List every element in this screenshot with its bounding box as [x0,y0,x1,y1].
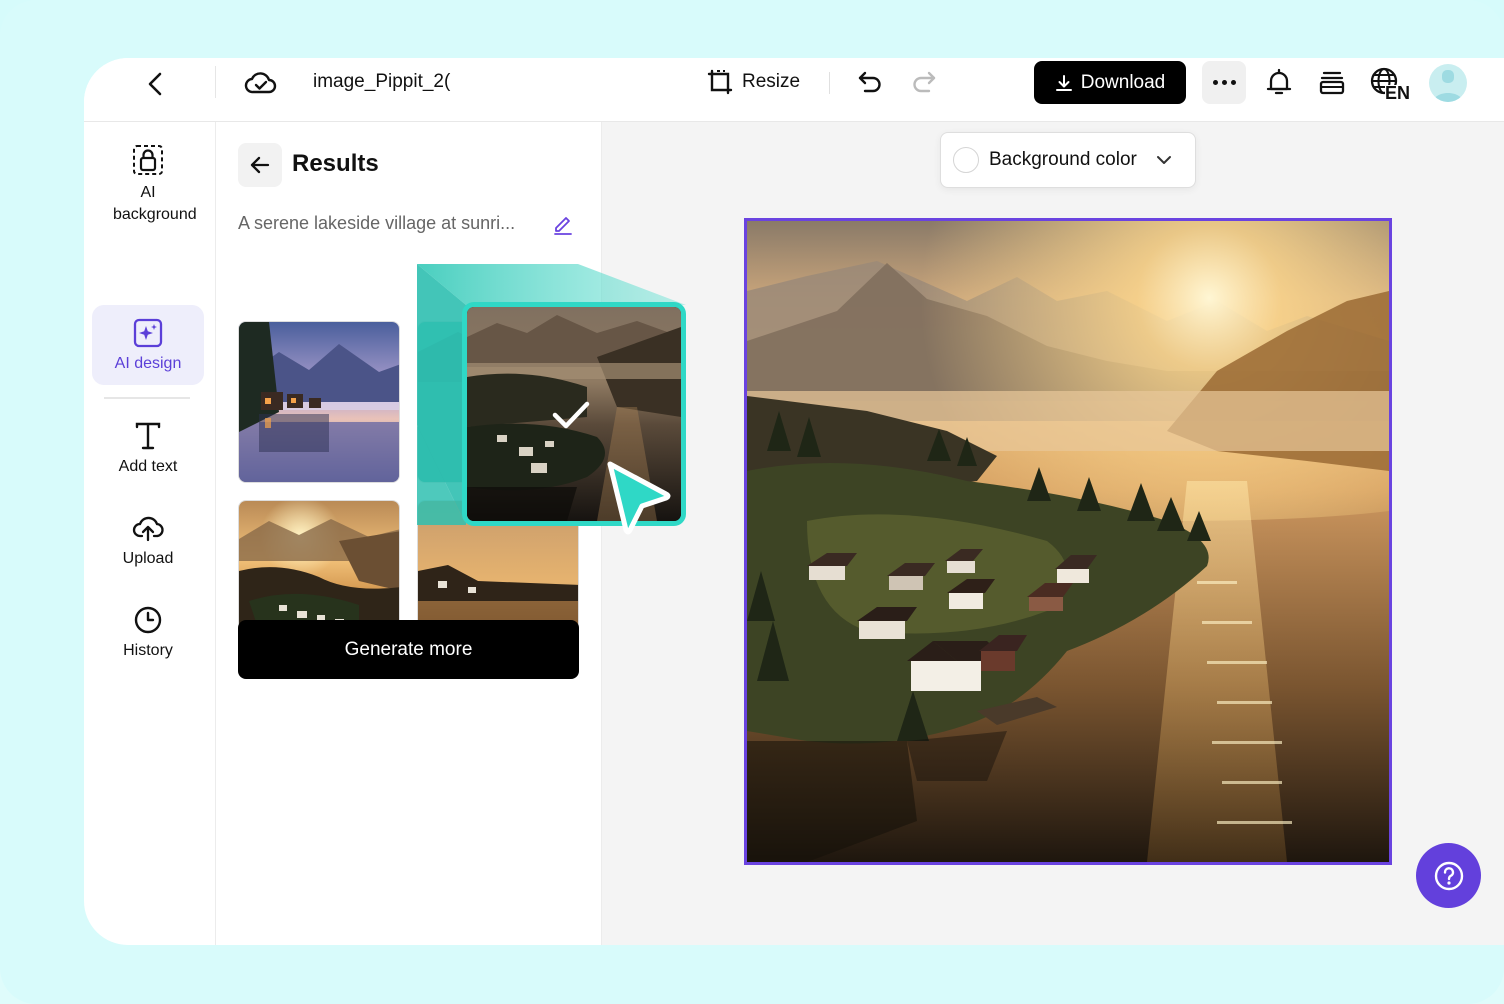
rail-item-ai-design[interactable]: AI design [92,305,204,385]
page-title: Results [292,150,379,177]
dot-icon [1212,80,1218,85]
left-tool-rail: AI background AI design Add text Upload [84,122,216,945]
rail-item-add-text[interactable]: Add text [92,420,204,480]
dot-icon [1230,80,1236,85]
rail-item-history[interactable]: History [92,604,204,664]
divider [829,72,830,94]
language-selector[interactable]: EN [1369,66,1411,103]
help-button[interactable] [1416,843,1481,908]
results-back-button[interactable] [238,143,282,187]
download-button[interactable]: Download [1034,61,1186,104]
top-bar: image_Pippit_2( Resize Download EN [84,58,1504,122]
result-image [239,322,399,482]
divider [104,397,190,399]
dot-icon [1221,80,1227,85]
checkmark-icon [552,401,590,429]
rail-item-upload[interactable]: Upload [92,512,204,572]
rail-label: Add text [118,458,178,475]
lakeside-village-image [747,221,1389,862]
language-code: EN [1385,83,1411,103]
undo-icon[interactable] [856,68,884,96]
pointer-cursor-icon [607,461,671,535]
sparkle-image-icon [133,318,163,348]
color-swatch [953,147,979,173]
more-options-button[interactable] [1202,61,1246,104]
rail-label: History [123,642,173,659]
layers-icon[interactable] [1318,69,1346,97]
edit-pencil-icon[interactable] [552,213,574,235]
resize-label: Resize [742,71,801,92]
rail-item-ai-background[interactable]: AI background [92,140,204,240]
rail-label: Upload [122,550,174,567]
cloud-upload-icon [132,516,164,542]
canvas-area: Background color [602,122,1504,945]
download-label: Download [1080,71,1166,93]
chevron-down-icon [1156,156,1171,164]
background-color-label: Background color [989,149,1137,170]
resize-icon [707,69,733,95]
question-icon [1434,861,1463,890]
rail-label: AI design [114,355,182,372]
back-chevron-icon[interactable] [142,70,170,98]
avatar[interactable] [1429,64,1467,102]
divider [215,66,216,98]
text-icon [135,422,161,450]
background-color-dropdown[interactable]: Background color [940,132,1196,188]
result-thumbnail[interactable] [238,321,400,483]
bell-icon[interactable] [1264,67,1294,97]
redo-icon[interactable] [910,68,938,96]
clock-icon [134,606,162,634]
prompt-text: A serene lakeside village at sunri... [238,213,516,233]
file-name[interactable]: image_Pippit_2( [313,71,455,93]
app-window: image_Pippit_2( Resize Download EN AI ba… [84,58,1504,945]
download-icon [1055,74,1072,91]
generate-more-button[interactable]: Generate more [238,620,579,679]
lock-dashed-icon [133,145,163,175]
resize-button[interactable]: Resize [706,66,800,98]
cloud-saved-icon[interactable] [244,68,278,98]
user-avatar-icon [1433,70,1463,102]
canvas-image[interactable] [744,218,1392,865]
arrow-left-icon [250,156,270,174]
rail-label: AI background [113,184,197,223]
